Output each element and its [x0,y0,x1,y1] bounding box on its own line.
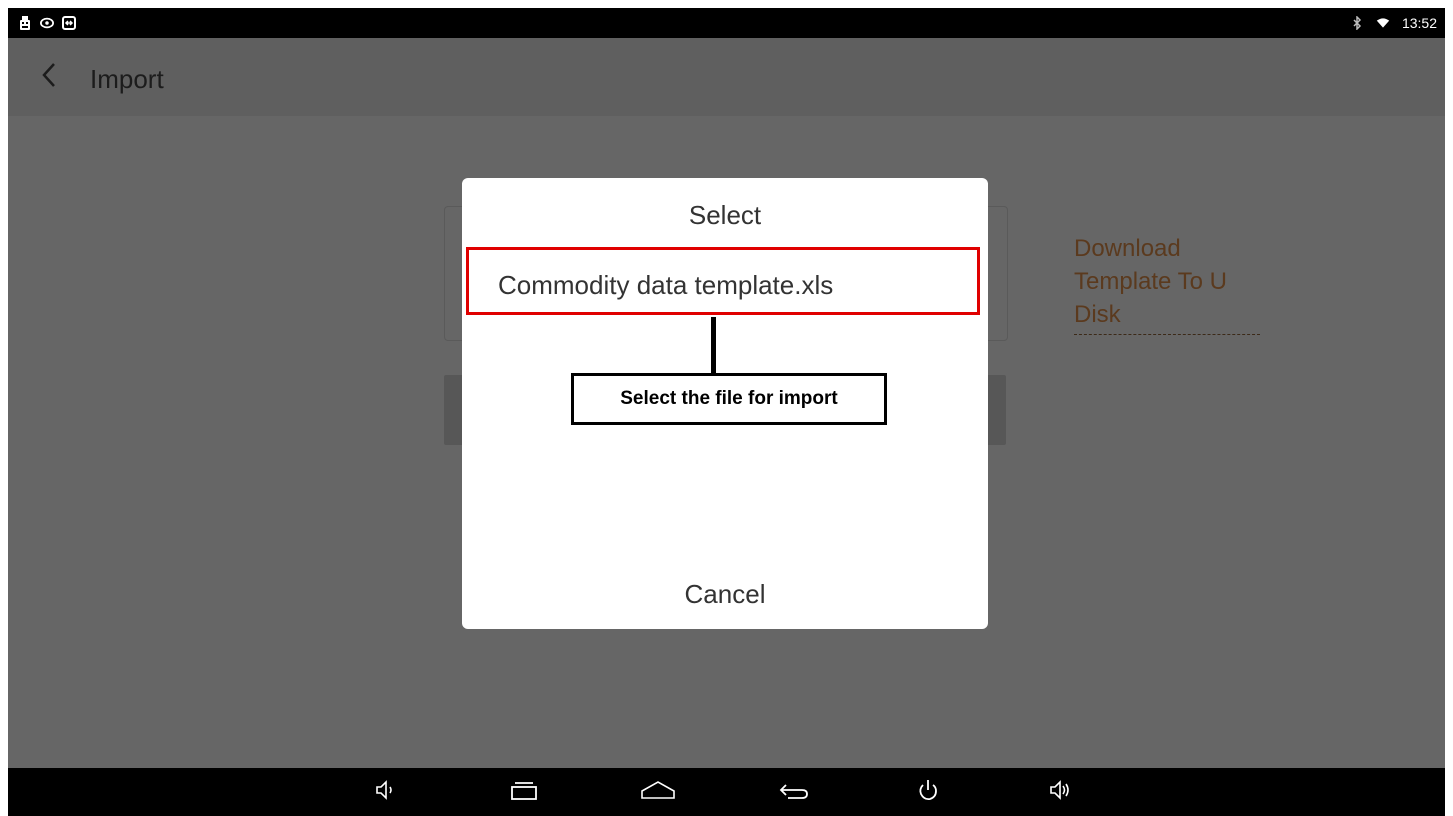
eye-icon [40,16,54,30]
volume-down-icon [375,779,397,806]
file-name: Commodity data template.xls [498,270,834,300]
download-template-label: Download Template To U Disk [1074,235,1227,328]
annotation-text: Select the file for import [620,388,838,409]
annotation-callout: Select the file for import [571,373,887,425]
navigation-bar [8,768,1445,816]
bluetooth-icon [1350,16,1364,30]
screen: 13:52 Import Download Template To U Disk… [8,8,1445,816]
back-icon [778,779,810,806]
action-bar: Import [8,38,1445,116]
wifi-icon [1376,16,1390,30]
power-icon [917,778,939,807]
dialog-title: Select [688,200,762,230]
status-icons-right: 13:52 [1350,8,1437,38]
page-title: Import [90,64,164,94]
recent-apps-button[interactable] [504,776,544,808]
select-file-dialog: Select Commodity data template.xls Selec… [462,178,988,629]
cancel-button[interactable]: Cancel [462,569,988,629]
power-button[interactable] [908,776,948,808]
back-button[interactable] [34,60,64,94]
back-nav-button[interactable] [774,776,814,808]
home-button[interactable] [638,776,678,808]
volume-up-icon [1049,779,1073,806]
usb-icon [18,16,32,30]
chevron-left-icon [41,62,57,93]
status-bar: 13:52 [8,8,1445,38]
link-underline [1074,334,1260,335]
download-template-link[interactable]: Download Template To U Disk [1074,232,1274,335]
annotation-connector [711,317,716,374]
file-list-item[interactable]: Commodity data template.xls [466,247,980,315]
status-icons-left [18,8,76,38]
remote-icon [62,16,76,30]
volume-down-button[interactable] [366,776,406,808]
volume-up-button[interactable] [1041,776,1081,808]
recent-apps-icon [510,779,538,806]
clock: 13:52 [1401,15,1437,31]
home-icon [640,779,676,806]
